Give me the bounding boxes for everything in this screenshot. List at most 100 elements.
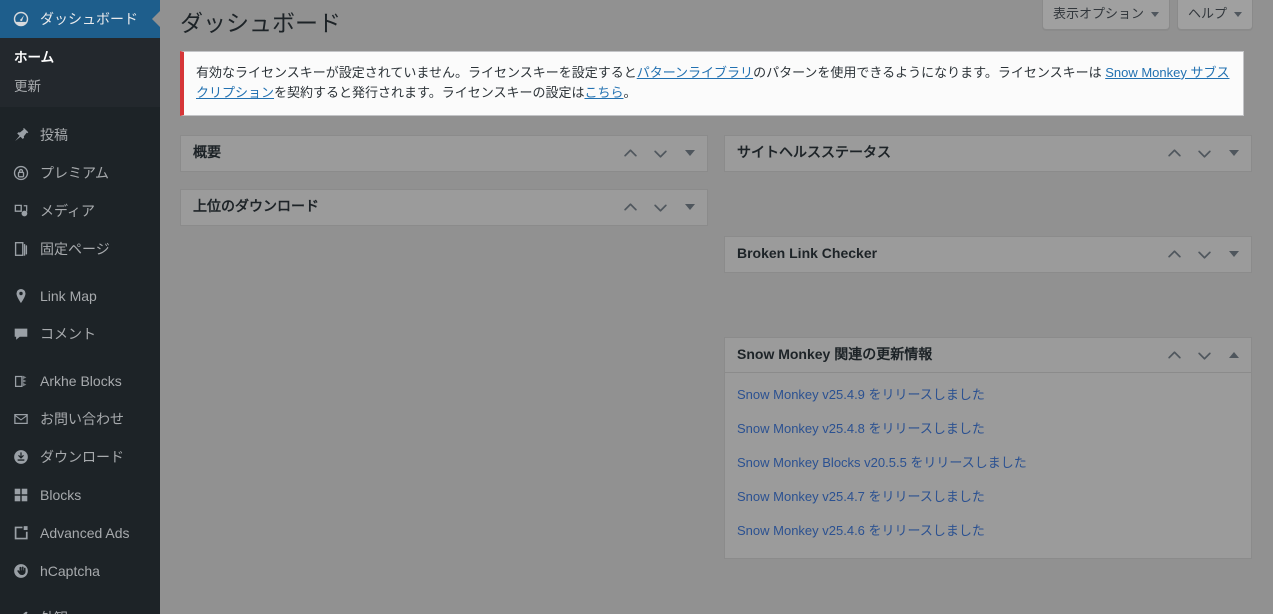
sidebar-link-11[interactable]: Blocks <box>0 476 160 514</box>
sidebar-link-13[interactable]: hCaptcha <box>0 552 160 590</box>
widget-header[interactable]: Broken Link Checker <box>725 237 1251 273</box>
license-settings-link[interactable]: こちら <box>584 85 623 100</box>
widget-toggle-button[interactable] <box>675 191 705 223</box>
sidebar-item-3: プレミアム <box>0 154 160 192</box>
triangle-down-icon <box>1229 150 1239 157</box>
widget-body: Snow Monkey v25.4.9 をリリースしました Snow Monkey… <box>725 373 1251 559</box>
dashboard-wrap: 表示オプション ヘルプ ダッシュボード 有効なライセンスキーが設定されていません… <box>160 0 1273 614</box>
sidebar-link-8[interactable]: Arkhe Blocks <box>0 362 160 400</box>
chevron-down-icon <box>1197 248 1212 261</box>
sidebar-link-9[interactable]: お問い合わせ <box>0 400 160 438</box>
advanced-ads-icon <box>11 523 31 543</box>
rss-item-link[interactable]: Snow Monkey v25.4.6 をリリースしました <box>737 523 985 538</box>
list-item: Snow Monkey v25.4.7 をリリースしました <box>737 481 1239 515</box>
chevron-up-icon <box>1167 147 1182 160</box>
widget-header[interactable]: 上位のダウンロード <box>181 190 707 226</box>
sidebar-item-label: hCaptcha <box>40 563 100 579</box>
chevron-down-icon <box>1234 11 1242 17</box>
widget-header-actions <box>615 191 705 223</box>
dashboard-widget: Broken Link Checker <box>724 236 1252 274</box>
sidebar-item-label: プレミアム <box>40 165 110 181</box>
sidebar-item-8: Arkhe Blocks <box>0 362 160 400</box>
help-label: ヘルプ <box>1187 6 1227 21</box>
sidebar-submenu: ホーム 更新 <box>0 38 160 107</box>
rss-item-link[interactable]: Snow Monkey Blocks v20.5.5 をリリースしました <box>737 455 1027 470</box>
widget-toggle-button[interactable] <box>1219 339 1249 371</box>
widget-header[interactable]: Snow Monkey 関連の更新情報 <box>725 338 1251 374</box>
widget-move-down-button[interactable] <box>1189 339 1219 371</box>
widget-move-up-button[interactable] <box>1159 137 1189 169</box>
sidebar-submenu-link-2[interactable]: 更新 <box>0 72 160 101</box>
grid-squares-icon <box>11 485 31 505</box>
comment-bubble-icon <box>11 324 31 344</box>
widget-toggle-button[interactable] <box>1219 137 1249 169</box>
sidebar-link-5[interactable]: 固定ページ <box>0 230 160 268</box>
widget-move-down-button[interactable] <box>645 191 675 223</box>
chevron-up-icon <box>623 147 638 160</box>
sidebar-item-2: 投稿 <box>0 116 160 154</box>
widget-move-up-button[interactable] <box>1159 339 1189 371</box>
chevron-up-icon <box>1167 248 1182 261</box>
sidebar-item-9: お問い合わせ <box>0 400 160 438</box>
menu-separator <box>0 268 160 277</box>
sidebar-link-7[interactable]: コメント <box>0 315 160 353</box>
sidebar-item-label: メディア <box>40 203 96 219</box>
triangle-down-icon <box>1229 251 1239 258</box>
dashboard-widget: サイトヘルスステータス <box>724 135 1252 173</box>
help-button[interactable]: ヘルプ <box>1176 0 1253 30</box>
widget-toggle-button[interactable] <box>675 137 705 169</box>
media-icon <box>11 201 31 221</box>
widget-header[interactable]: 概要 <box>181 136 707 172</box>
widget-toggle-button[interactable] <box>1219 238 1249 270</box>
widget-move-down-button[interactable] <box>645 137 675 169</box>
widget-move-down-button[interactable] <box>1189 137 1219 169</box>
sidebar-link-3[interactable]: プレミアム <box>0 154 160 192</box>
chevron-down-icon <box>653 147 668 160</box>
sidebar-item-label: Link Map <box>40 288 97 304</box>
screen-options-button[interactable]: 表示オプション <box>1041 0 1170 30</box>
list-item: Snow Monkey v25.4.8 をリリースしました <box>737 413 1239 447</box>
admin-sidebar: ダッシュボード ホーム 更新 投稿 プレミアム メディア 固定ページ Link Map コメント… <box>0 0 160 614</box>
pattern-library-link[interactable]: パターンライブラリ <box>637 65 753 80</box>
sidebar-link-4[interactable]: メディア <box>0 192 160 230</box>
admin-content-area: 表示オプション ヘルプ ダッシュボード 有効なライセンスキーが設定されていません… <box>160 0 1273 614</box>
pages-icon <box>11 239 31 259</box>
widget-title: 上位のダウンロード <box>193 198 319 215</box>
sidebar-link-1[interactable]: ダッシュボード <box>0 0 160 38</box>
dashboard-column-left: 概要上位のダウンロード <box>180 135 708 243</box>
admin-screen: ダッシュボード ホーム 更新 投稿 プレミアム メディア 固定ページ Link Map コメント… <box>0 0 1273 614</box>
widget-move-down-button[interactable] <box>1189 238 1219 270</box>
sidebar-item-12: Advanced Ads <box>0 514 160 552</box>
sidebar-item-14: 外観 <box>0 599 160 614</box>
widget-move-up-button[interactable] <box>615 137 645 169</box>
widget-move-up-button[interactable] <box>1159 238 1189 270</box>
widget-title: Snow Monkey 関連の更新情報 <box>737 346 933 363</box>
menu-separator <box>0 590 160 599</box>
sidebar-submenu-item-1: ホーム <box>0 43 160 72</box>
widget-move-up-button[interactable] <box>615 191 645 223</box>
sidebar-link-10[interactable]: ダウンロード <box>0 438 160 476</box>
widget-header-actions <box>1159 339 1249 371</box>
list-item: Snow Monkey Blocks v20.5.5 をリリースしました <box>737 447 1239 481</box>
dashboard-widgets: 概要上位のダウンロード サイトヘルスステータス Broken Link Check… <box>180 135 1253 576</box>
screen-options-label: 表示オプション <box>1052 6 1144 21</box>
dashboard-icon <box>11 9 31 29</box>
widget-header[interactable]: サイトヘルスステータス <box>725 136 1251 172</box>
chevron-up-icon <box>1167 349 1182 362</box>
sidebar-submenu-link-1[interactable]: ホーム <box>0 43 160 72</box>
rss-item-link[interactable]: Snow Monkey v25.4.9 をリリースしました <box>737 387 985 402</box>
rss-item-link[interactable]: Snow Monkey v25.4.7 をリリースしました <box>737 489 985 504</box>
triangle-down-icon <box>685 150 695 157</box>
sidebar-link-14[interactable]: 外観 <box>0 599 160 614</box>
sidebar-item-label: お問い合わせ <box>40 411 124 427</box>
widget-title: Broken Link Checker <box>737 245 878 262</box>
license-key-notice: 有効なライセンスキーが設定されていません。ライセンスキーを設定するとパターンライ… <box>180 50 1244 117</box>
sidebar-item-10: ダウンロード <box>0 438 160 476</box>
chevron-down-icon <box>1197 147 1212 160</box>
sidebar-link-2[interactable]: 投稿 <box>0 116 160 154</box>
sidebar-item-label: 投稿 <box>40 127 68 143</box>
rss-item-link[interactable]: Snow Monkey v25.4.8 をリリースしました <box>737 421 985 436</box>
sidebar-link-12[interactable]: Advanced Ads <box>0 514 160 552</box>
sidebar-link-6[interactable]: Link Map <box>0 277 160 315</box>
admin-menu-list: ダッシュボード ホーム 更新 投稿 プレミアム メディア 固定ページ Link Map コメント… <box>0 0 160 614</box>
